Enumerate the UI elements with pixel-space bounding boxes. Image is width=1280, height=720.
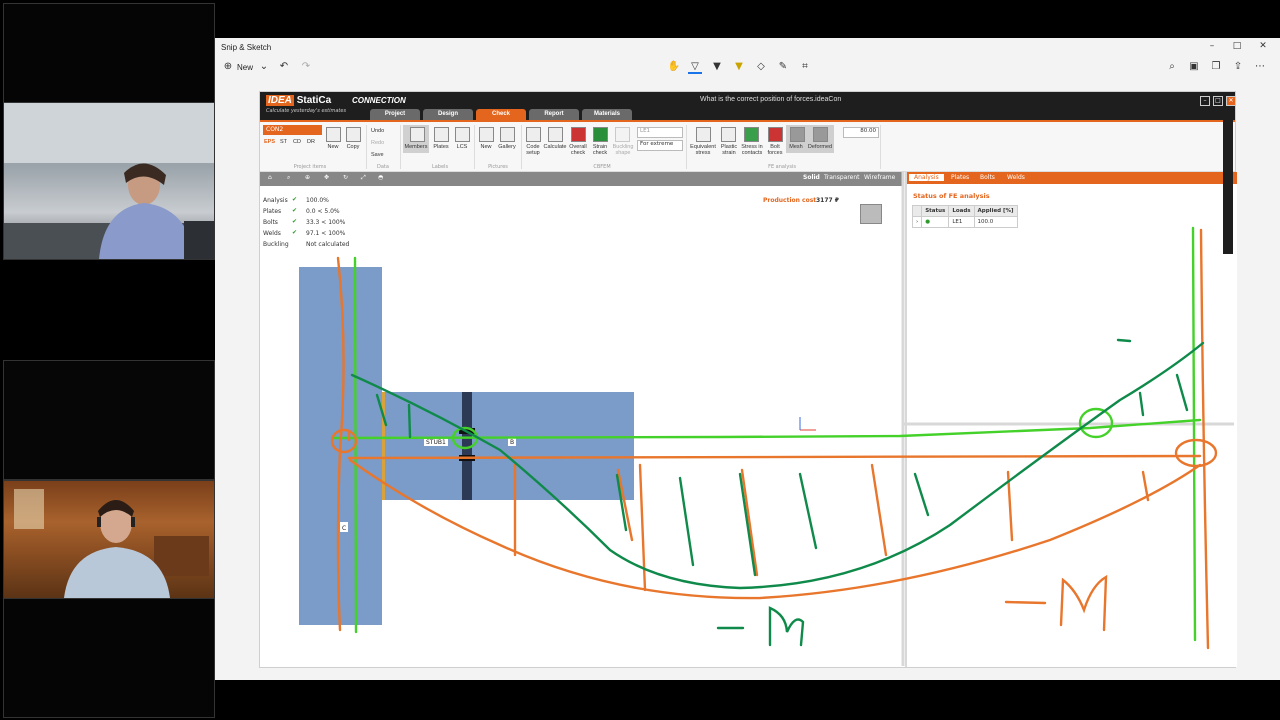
axis-gizmo-icon (799, 417, 816, 431)
member-label-c: C (342, 525, 346, 532)
member-label-stub: STUB1 (426, 439, 446, 446)
screen: Snip & Sketch – □ ✕ ⊕ New ⌄ ↶ ↷ ✋ ▽ ▼ ▼ … (0, 0, 1280, 720)
drawing-overlay: STUB1 B C (299, 171, 1234, 666)
member-label-b: B (510, 439, 514, 446)
